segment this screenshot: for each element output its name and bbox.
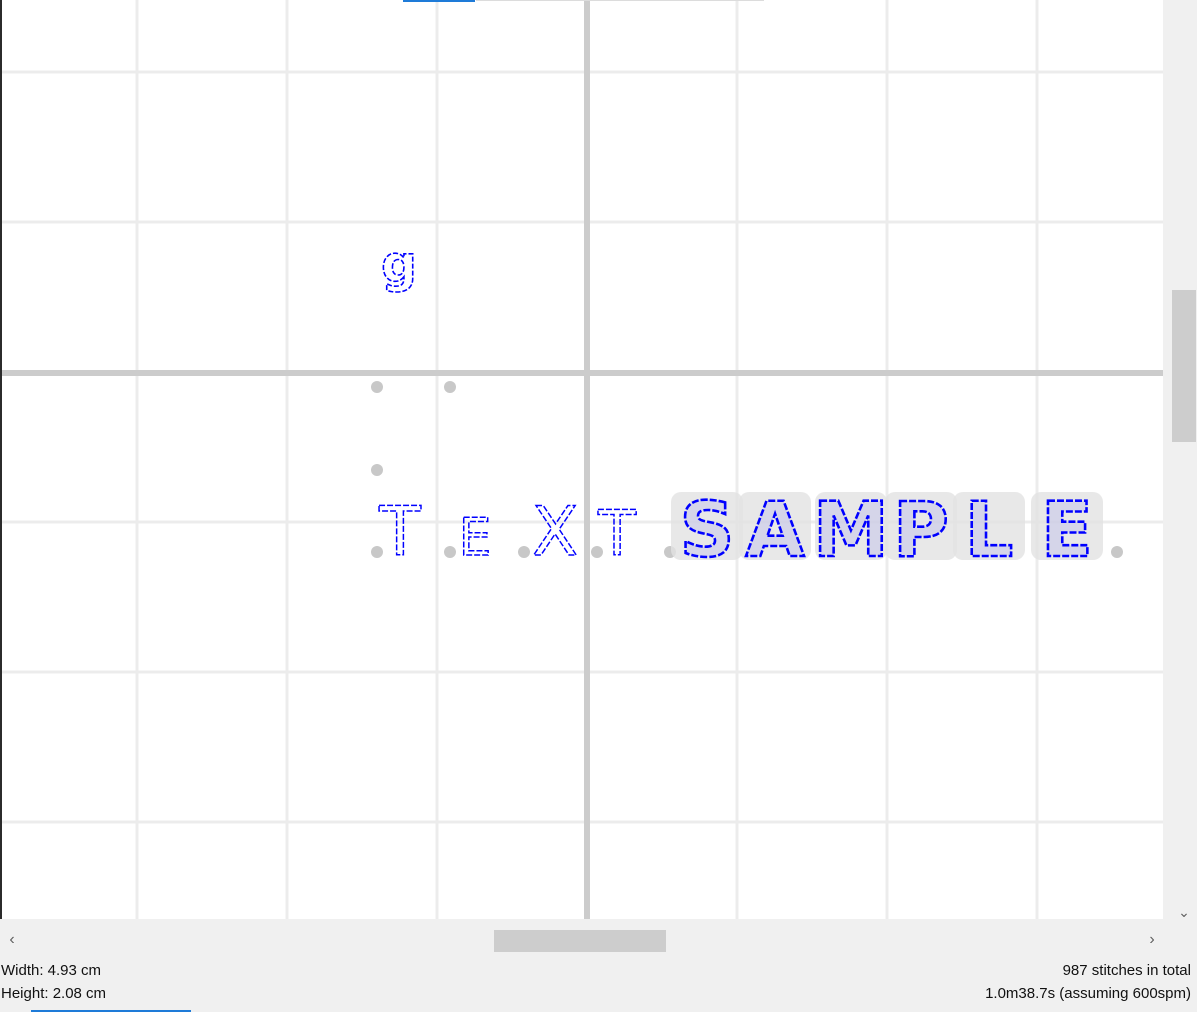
vertical-scroll-thumb[interactable] [1172,290,1196,442]
vertical-scrollbar[interactable]: ⌄ [1163,0,1197,929]
design-width: Width: 4.93 cm [1,962,102,979]
embroidery-canvas[interactable]: gTEXTSAMPLE [0,0,1163,919]
glyph-sample-m-2: M [813,485,889,574]
horizontal-scroll-thumb[interactable] [494,930,666,952]
axes [2,0,1163,919]
sew-time: 1.0m38.7s (assuming 600spm) [985,985,1191,1002]
status-bar: Width: 4.93 cm Height: 2.08 cm 987 stitc… [0,955,1197,1012]
top-divider [476,0,764,1]
glyph-text-x-2: X [532,493,579,572]
chevron-left-icon[interactable]: ‹ [3,929,21,953]
glyph-sample-p-3: P [893,485,949,574]
glyph-g: g [381,235,417,293]
top-accent-line [403,0,475,2]
glyph-sample-e-5: E [1041,485,1093,574]
glyph-text-e-1: E [459,508,492,568]
horizontal-scrollbar[interactable]: ‹ › [0,929,1163,953]
glyph-sample-a-1: A [746,485,805,574]
design-glyphs: gT E X T S A M P L E [377,234,1103,575]
chevron-right-icon[interactable]: › [1143,929,1161,953]
grid [2,0,1163,919]
chevron-down-icon[interactable]: ⌄ [1172,902,1196,922]
glyph-text-t-0: T [378,493,421,572]
glyph-sample-l-4: L [965,485,1013,574]
glyph-text-t-3: T [597,497,637,570]
glyph-sample-s-0: S [680,485,735,574]
stitch-count: 987 stitches in total [1062,962,1191,979]
design-height: Height: 2.08 cm [1,985,107,1002]
design-preview: gT E X T S A M P L E [2,0,1163,919]
